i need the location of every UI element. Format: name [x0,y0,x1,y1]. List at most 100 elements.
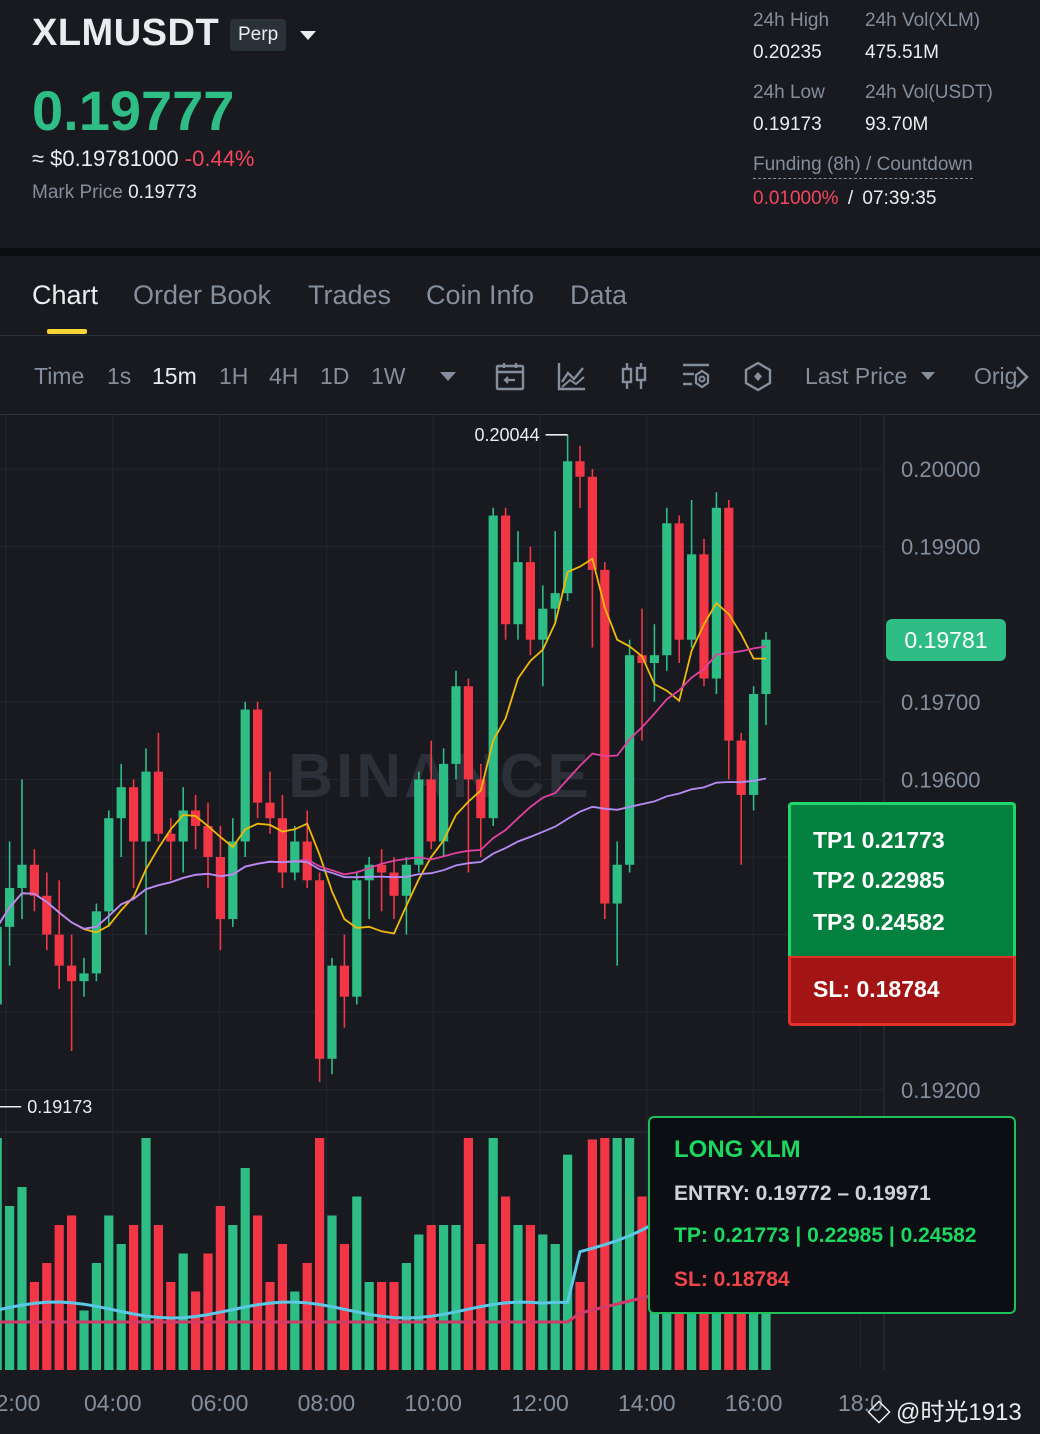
volume-bar [5,1206,15,1370]
symbol-dropdown-icon[interactable] [300,31,316,40]
interval-1d[interactable]: 1D [320,363,349,390]
vol-base-label: 24h Vol(XLM) [865,10,981,31]
tab-data[interactable]: Data [570,280,627,311]
volume-bar [451,1225,461,1370]
candle-body [352,880,362,997]
volume-bar [439,1225,449,1370]
volume-bar [587,1139,597,1370]
volume-bar [91,1263,101,1370]
candle-body [116,787,126,819]
symbol-title[interactable]: XLMUSDT [32,12,219,55]
tab-chart[interactable]: Chart [32,280,98,311]
volume-bar [265,1282,275,1370]
interval-1s[interactable]: 1s [107,363,131,390]
candle-body [228,841,238,920]
time-tick-label: 04:00 [84,1390,142,1416]
take-profit-box: TP1 0.21773 TP2 0.22985 TP3 0.24582 [788,802,1016,956]
calendar-icon[interactable] [494,360,526,392]
candle-body [339,965,349,997]
volume-bar [389,1282,399,1370]
more-intervals-icon[interactable] [440,372,456,381]
credit-watermark: @时光1913 [867,1392,1022,1427]
volume-bar [600,1138,610,1370]
interval-15m[interactable]: 15m [152,363,197,390]
candle-body [401,864,411,896]
price-tick-label: 0.19700 [901,690,981,715]
candle-body [649,655,659,663]
indicator-icon[interactable] [556,360,588,392]
time-tick-label: 06:00 [191,1390,249,1416]
funding-separator: / [847,188,854,209]
volume-bar [166,1282,176,1370]
volume-bar [426,1225,436,1370]
original-view-tab[interactable]: Orig [974,363,1017,390]
volume-bar [637,1196,647,1370]
chevron-right-icon[interactable] [1012,364,1032,390]
interval-1h[interactable]: 1H [219,363,248,390]
hexagon-icon[interactable] [742,360,774,392]
tab-coin-info[interactable]: Coin Info [426,280,534,311]
time-tick-label: 10:00 [404,1390,462,1416]
candle-type-icon[interactable] [618,360,650,392]
high-label: 24h High [753,10,830,31]
candle-body [240,709,250,842]
funding-label[interactable]: Funding (8h) / Countdown [753,154,973,179]
candle-body [17,864,27,889]
candle-body [414,779,424,865]
active-tab-indicator [47,329,87,334]
volume-bar [525,1225,535,1370]
high-value: 0.20235 [753,42,822,63]
candle-body [612,864,622,904]
volume-bar [612,1138,622,1370]
time-tick-label: 16:00 [725,1390,783,1416]
volume-bar [29,1282,39,1370]
candle-body [426,779,436,842]
price-tick-label: 0.20000 [901,457,981,482]
volume-bar [501,1196,511,1370]
usd-approx-value: ≈ $0.19781000 [32,146,179,171]
volume-bar [277,1244,287,1370]
candle-body [327,965,337,1059]
volume-bar [42,1263,52,1370]
tab-trades[interactable]: Trades [308,280,391,311]
volume-bar [563,1154,573,1370]
candle-body [625,655,635,865]
credit-text: @时光1913 [896,1399,1022,1426]
funding-row: 0.01000% / 07:39:35 [753,188,936,210]
candle-body [463,686,473,780]
price-type-dropdown-icon[interactable] [921,372,935,380]
candle-body [141,771,151,842]
candle-body [736,740,746,795]
interval-4h[interactable]: 4H [269,363,298,390]
mark-price-label: Mark Price [32,182,123,203]
volume-bar [253,1215,263,1370]
candle-body [513,562,523,625]
candle-body [439,763,449,842]
low-marker-label: 0.19173 [27,1097,92,1117]
volume-bar [625,1138,635,1370]
candle-body [265,802,275,819]
vol-quote-label: 24h Vol(USDT) [865,82,993,103]
candle-body [724,507,734,741]
settings-icon[interactable] [680,360,712,392]
last-price: 0.19777 [32,79,235,142]
volume-bar [315,1138,325,1370]
volume-bar [54,1225,64,1370]
tp1-label: TP1 0.21773 [813,827,945,853]
volume-bar [215,1206,225,1370]
volume-bar [339,1244,349,1370]
candle-body [451,686,461,764]
time-tick-label: 14:00 [618,1390,676,1416]
signal-entry: ENTRY: 0.19772 – 0.19971 [674,1182,931,1205]
current-price-tag: 0.19781 [886,619,1006,661]
section-divider [0,248,1040,256]
interval-1w[interactable]: 1W [371,363,406,390]
volume-bar [302,1263,312,1370]
price-type-select[interactable]: Last Price [805,363,907,390]
funding-rate: 0.01000% [753,188,839,209]
volume-bar [116,1244,126,1370]
candle-body [253,709,263,803]
volume-bar [0,1138,2,1370]
tab-order-book[interactable]: Order Book [133,280,271,311]
candle-body [29,864,39,896]
